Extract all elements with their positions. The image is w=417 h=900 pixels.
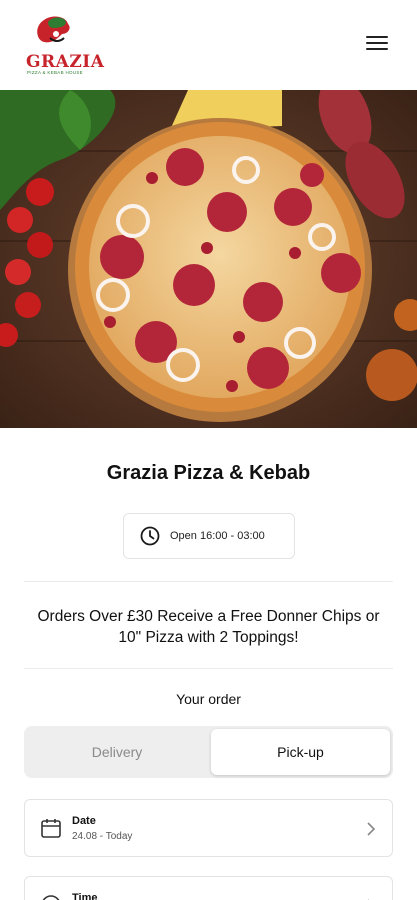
opening-hours-text: Open 16:00 - 03:00 — [170, 530, 265, 542]
date-value: 24.08 - Today — [72, 831, 133, 842]
clock-icon — [42, 895, 60, 900]
grazia-logo[interactable]: GRAZIA PIZZA & KEBAB HOUSE — [22, 12, 104, 78]
order-section-title: Your order — [176, 691, 241, 707]
date-label: Date — [72, 815, 96, 827]
order-mode-toggle: Delivery Pick-up — [24, 726, 393, 778]
date-selector[interactable]: Date 24.08 - Today — [24, 799, 393, 857]
logo-subtext: PIZZA & KEBAB HOUSE — [27, 70, 83, 75]
restaurant-name: Grazia Pizza & Kebab — [106, 462, 311, 484]
time-selector[interactable]: Time — [24, 876, 393, 900]
divider — [24, 581, 393, 582]
hamburger-menu-icon[interactable] — [366, 36, 388, 54]
hero-pizza-image — [0, 90, 417, 428]
logo-wordmark: GRAZIA — [26, 52, 105, 72]
pickup-tab[interactable]: Pick-up — [211, 729, 390, 775]
divider — [24, 668, 393, 669]
chevron-right-icon — [367, 822, 376, 836]
delivery-tab[interactable]: Delivery — [24, 726, 210, 778]
clock-icon — [140, 526, 160, 546]
calendar-icon — [41, 819, 61, 838]
opening-hours-badge: Open 16:00 - 03:00 — [123, 513, 295, 559]
app-header: GRAZIA PIZZA & KEBAB HOUSE — [0, 0, 417, 90]
promo-banner-text: Orders Over £30 Receive a Free Donner Ch… — [37, 608, 380, 646]
time-label: Time — [72, 892, 98, 900]
